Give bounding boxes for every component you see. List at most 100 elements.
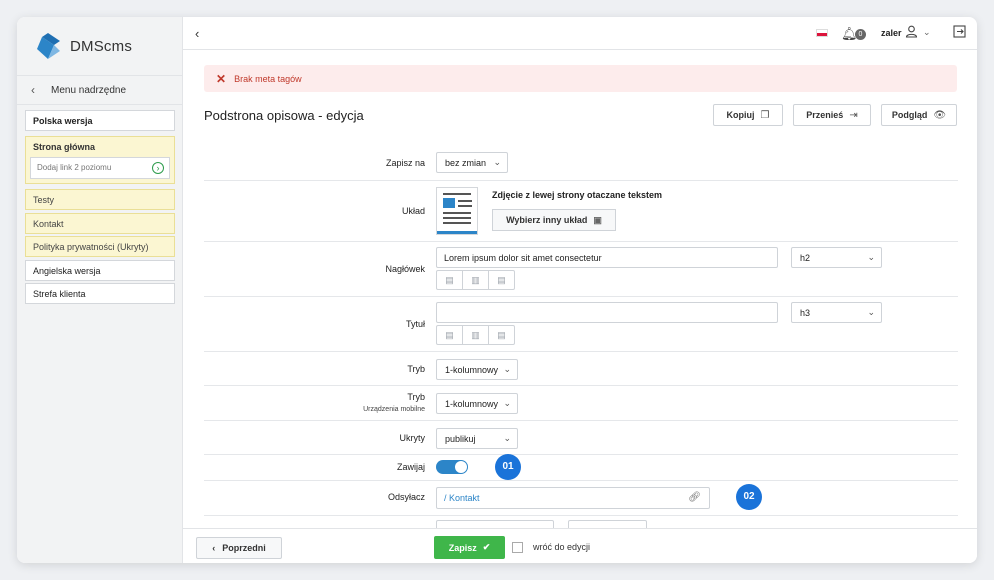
logo[interactable]: DMScms [33,31,132,61]
row-mode-mobile: Tryb Urządzenia mobilne 1-kolumnowy ⌄ [204,386,958,421]
row-title: Tytuł h3 ⌄ ▤ ▥ ▤ [204,297,958,352]
marker-01: 01 [495,454,521,480]
copy-icon: ❐ [760,109,770,121]
copy-button[interactable]: Kopiuj ❐ [713,104,783,126]
previous-label: Poprzedni [222,543,266,553]
move-button[interactable]: Przenieś ⇥ [793,104,871,126]
wrap-label: Zawijaj [396,462,425,472]
title-level-value: h3 [800,308,811,318]
chevron-down-icon: ⌄ [867,252,875,262]
return-to-edit-checkbox[interactable] [512,542,523,553]
heading-level-select[interactable]: h2 ⌄ [791,247,882,268]
save-label: Zapisz [448,542,477,553]
title-input[interactable] [436,302,778,323]
layout-name: Zdjęcie z lewej strony otaczane tekstem [492,190,663,200]
heading-align-group: ▤ ▥ ▤ [436,270,515,290]
polish-flag-icon[interactable] [816,29,828,37]
notification-badge: 0 [855,29,866,40]
heading-input[interactable]: Lorem ipsum dolor sit amet consectetur [436,247,778,268]
next-row-partial [204,514,958,528]
marker-02: 02 [736,484,762,510]
align-left-icon[interactable]: ▤ [437,326,463,344]
chevron-down-icon: ⌄ [503,433,511,443]
preview-button[interactable]: Podgląd 👁︎ [881,104,957,126]
topbar: ‹ 🔔︎ 0 zaler ⌄ [183,17,977,50]
sidebar-item-home-label: Strona główna [33,142,96,152]
align-left-icon[interactable]: ▤ [437,271,463,289]
sidebar-item-home[interactable]: Strona główna Dodaj link 2 poziomu › [25,136,175,184]
mode-label: Tryb [407,364,425,374]
align-right-icon[interactable]: ▤ [489,271,514,289]
sidebar-item-client-zone[interactable]: Strefa klienta [25,283,175,304]
link-label: Odsyłacz [387,492,425,502]
link-icon[interactable]: 🔗︎ [688,492,701,503]
hidden-label: Ukryty [399,433,426,443]
sidebar-item-contact[interactable]: Kontakt [25,213,175,234]
sidebar: DMScms ‹ Menu nadrzędne Polska wersja St… [17,17,183,563]
mode-select[interactable]: 1-kolumnowy ⌄ [436,359,518,380]
sidebar-item-privacy-policy[interactable]: Polityka prywatności (Ukryty) [25,236,175,257]
chevron-down-icon: ⌄ [493,157,501,167]
sidebar-item-polish-version[interactable]: Polska wersja [25,110,175,131]
wrap-toggle[interactable] [436,460,468,474]
hidden-value: publikuj [445,434,476,444]
link-input[interactable]: / Kontakt 🔗︎ [436,487,710,509]
choose-layout-button[interactable]: Wybierz inny układ ▣ [492,209,616,231]
heading-level-value: h2 [800,253,811,263]
mode-mobile-label: Tryb [407,392,425,402]
chevron-left-icon: ‹ [212,543,216,553]
chevron-down-icon: ⌄ [867,307,875,317]
user-icon[interactable] [905,25,918,41]
chevron-down-icon[interactable]: ⌄ [923,27,931,38]
hidden-select[interactable]: publikuj ⌄ [436,428,518,449]
title-align-group: ▤ ▥ ▤ [436,325,515,345]
previous-button[interactable]: ‹ Poprzedni [196,537,282,559]
sidebar-item-tests[interactable]: Testy [25,189,175,210]
bottom-bar: ‹ Poprzedni Zapisz ✔ wróć do edycji [183,528,977,563]
title-level-select[interactable]: h3 ⌄ [791,302,882,323]
save-button[interactable]: Zapisz ✔ [434,536,505,559]
move-icon: ⇥ [849,109,858,121]
app-window: DMScms ‹ Menu nadrzędne Polska wersja St… [17,17,977,563]
save-to-label: Zapisz na [385,158,425,168]
copy-button-label: Kopiuj [726,110,755,120]
save-to-select[interactable]: bez zmian ⌄ [436,152,508,173]
layout-grid-icon: ▣ [593,214,602,225]
choose-layout-label: Wybierz inny układ [506,215,588,225]
link-value: / Kontakt [444,493,480,503]
logo-text: DMScms [70,37,133,55]
row-mode: Tryb 1-kolumnowy ⌄ [204,352,958,386]
layout-label: Układ [401,206,425,216]
mode-mobile-sublabel: Urządzenia mobilne [363,406,425,413]
align-right-icon[interactable]: ▤ [489,326,514,344]
sidebar-item-english-version[interactable]: Angielska wersja [25,260,175,281]
preview-button-label: Podgląd [891,110,928,120]
mode-value: 1-kolumnowy [445,365,499,375]
row-hidden: Ukryty publikuj ⌄ [204,421,958,455]
error-x-icon: ✕ [216,71,227,86]
mode-mobile-select[interactable]: 1-kolumnowy ⌄ [436,393,518,414]
return-to-edit-label: wróć do edycji [533,542,591,552]
move-button-label: Przenieś [806,110,844,120]
back-chevron-icon[interactable]: ‹ [195,26,199,41]
heading-value: Lorem ipsum dolor sit amet consectetur [444,253,602,263]
eye-icon: 👁︎ [933,109,947,121]
layout-thumbnail[interactable] [436,187,478,235]
logout-icon[interactable] [953,25,966,41]
parent-menu-link[interactable]: ‹ Menu nadrzędne [17,75,183,105]
heading-label: Nagłówek [385,264,425,274]
align-center-icon[interactable]: ▥ [463,271,489,289]
add-level2-link-input[interactable]: Dodaj link 2 poziomu › [30,157,170,179]
chevron-down-icon: ⌄ [503,398,511,408]
add-level2-link-label: Dodaj link 2 poziomu [37,163,112,172]
row-wrap: Zawijaj [204,455,958,481]
row-save-to: Zapisz na bez zmian ⌄ [204,143,958,181]
save-to-value: bez zmian [445,158,487,168]
align-center-icon[interactable]: ▥ [463,326,489,344]
arrow-right-circle-icon[interactable]: › [152,162,164,174]
user-name[interactable]: zaler [881,28,902,38]
alert-missing-meta: ✕ Brak meta tagów [204,65,957,92]
chevron-down-icon: ⌄ [503,364,511,374]
row-heading: Nagłówek Lorem ipsum dolor sit amet cons… [204,242,958,297]
page-title: Podstrona opisowa - edycja [204,108,364,123]
